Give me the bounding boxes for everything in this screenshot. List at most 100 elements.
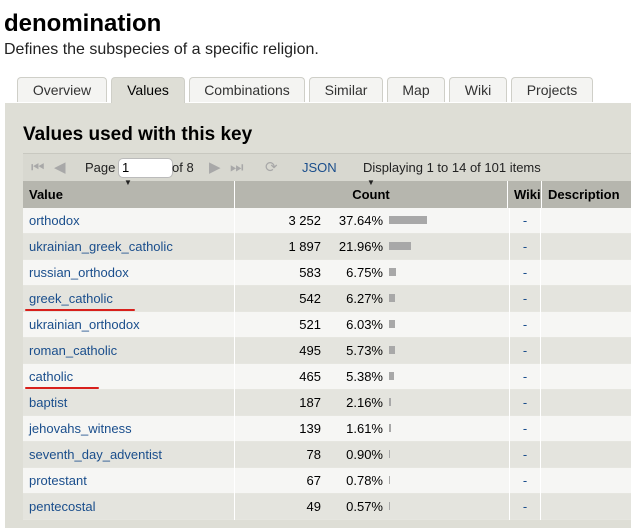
percent-cell: 21.96% [338, 239, 383, 254]
value-link[interactable]: protestant [23, 468, 235, 494]
description-cell [541, 312, 631, 338]
count-cell: 583 [299, 265, 321, 280]
description-cell [541, 234, 631, 260]
table-row: ukrainian_greek_catholic 1 897 21.96% - [23, 234, 631, 260]
bar-cell [389, 468, 507, 494]
wiki-link[interactable]: - [509, 442, 541, 468]
bar-cell [389, 338, 507, 364]
wiki-link[interactable]: - [509, 338, 541, 364]
table-row: roman_catholic 495 5.73% - [23, 338, 631, 364]
bar-cell [389, 416, 507, 442]
table-row: protestant 67 0.78% - [23, 468, 631, 494]
tab-projects[interactable]: Projects [511, 77, 593, 102]
wiki-link[interactable]: - [509, 234, 541, 260]
percent-bar [389, 242, 411, 250]
display-count: Displaying 1 to 14 of 101 items [363, 160, 541, 175]
bar-cell [389, 260, 507, 286]
value-link[interactable]: orthodox [23, 208, 235, 234]
json-link[interactable]: JSON [302, 154, 337, 182]
wiki-link[interactable]: - [509, 286, 541, 312]
count-cell: 3 252 [288, 213, 321, 228]
header-wiki[interactable]: Wiki [508, 181, 542, 208]
header-count[interactable]: Count ▼ [235, 178, 508, 208]
percent-cell: 2.16% [346, 395, 383, 410]
page-subtitle: Defines the subspecies of a specific rel… [4, 41, 319, 58]
value-link[interactable]: ukrainian_orthodox [23, 312, 235, 338]
wiki-link[interactable]: - [509, 416, 541, 442]
page-total: of 8 [172, 160, 194, 175]
table-row: orthodox 3 252 37.64% - [23, 208, 631, 234]
header-value[interactable]: Value ▼ [23, 178, 235, 208]
values-table: orthodox 3 252 37.64% - ukrainian_greek_cath… [23, 208, 631, 520]
sort-arrow-icon: ▼ [367, 178, 375, 187]
wiki-link[interactable]: - [509, 312, 541, 338]
table-row: pentecostal 49 0.57% - [23, 494, 631, 520]
wiki-link[interactable]: - [509, 494, 541, 520]
refresh-icon[interactable]: ⟳ [265, 154, 278, 182]
percent-cell: 5.73% [346, 343, 383, 358]
description-cell [541, 338, 631, 364]
tab-combinations[interactable]: Combinations [189, 77, 305, 102]
tab-similar[interactable]: Similar [309, 77, 383, 102]
wiki-link[interactable]: - [509, 260, 541, 286]
count-cell: 67 [306, 473, 321, 488]
page-number-input[interactable]: 1 [118, 158, 173, 178]
count-cell: 78 [306, 447, 321, 462]
description-cell [541, 442, 631, 468]
tab-overview[interactable]: Overview [17, 77, 107, 102]
percent-cell: 6.75% [346, 265, 383, 280]
next-page-icon[interactable]: ▶ [209, 154, 221, 182]
count-cell: 542 [299, 291, 321, 306]
table-row: russian_orthodox 583 6.75% - [23, 260, 631, 286]
count-cell: 139 [299, 421, 321, 436]
table-row: seventh_day_adventist 78 0.90% - [23, 442, 631, 468]
value-link[interactable]: russian_orthodox [23, 260, 235, 286]
wiki-link[interactable]: - [509, 208, 541, 234]
bar-cell [389, 286, 507, 312]
percent-bar [389, 450, 390, 458]
annotation-underline [25, 309, 135, 311]
value-link[interactable]: baptist [23, 390, 235, 416]
bar-cell [389, 234, 507, 260]
value-link[interactable]: seventh_day_adventist [23, 442, 235, 468]
description-cell [541, 416, 631, 442]
description-cell [541, 286, 631, 312]
sort-arrow-icon: ▼ [124, 178, 132, 187]
percent-bar [389, 268, 396, 276]
table-row: jehovahs_witness 139 1.61% - [23, 416, 631, 442]
tab-map[interactable]: Map [387, 77, 445, 102]
count-cell: 465 [299, 369, 321, 384]
page-title: denomination [4, 10, 162, 37]
bar-cell [389, 494, 507, 520]
last-page-icon[interactable]: ⏭ [230, 154, 244, 182]
wiki-link[interactable]: - [509, 468, 541, 494]
first-page-icon[interactable]: ⏮ [31, 154, 45, 182]
table-row: catholic 465 5.38% - [23, 364, 631, 390]
annotation-underline [25, 387, 99, 389]
percent-cell: 37.64% [338, 213, 383, 228]
value-link[interactable]: jehovahs_witness [23, 416, 235, 442]
percent-cell: 0.78% [346, 473, 383, 488]
wiki-link[interactable]: - [509, 364, 541, 390]
header-description[interactable]: Description [542, 181, 631, 208]
table-row: ukrainian_orthodox 521 6.03% - [23, 312, 631, 338]
count-cell: 1 897 [288, 239, 321, 254]
percent-bar [389, 476, 390, 484]
bar-cell [389, 208, 507, 234]
percent-cell: 0.57% [346, 499, 383, 514]
value-link[interactable]: pentecostal [23, 494, 235, 520]
tab-values[interactable]: Values [111, 77, 185, 104]
percent-cell: 6.27% [346, 291, 383, 306]
bar-cell [389, 442, 507, 468]
value-link[interactable]: roman_catholic [23, 338, 235, 364]
count-cell: 495 [299, 343, 321, 358]
value-link[interactable]: ukrainian_greek_catholic [23, 234, 235, 260]
tab-wiki[interactable]: Wiki [449, 77, 507, 102]
description-cell [541, 468, 631, 494]
wiki-link[interactable]: - [509, 390, 541, 416]
percent-bar [389, 294, 395, 302]
percent-cell: 5.38% [346, 369, 383, 384]
panel-title: Values used with this key [23, 124, 253, 145]
percent-cell: 6.03% [346, 317, 383, 332]
prev-page-icon[interactable]: ◀ [54, 154, 66, 182]
